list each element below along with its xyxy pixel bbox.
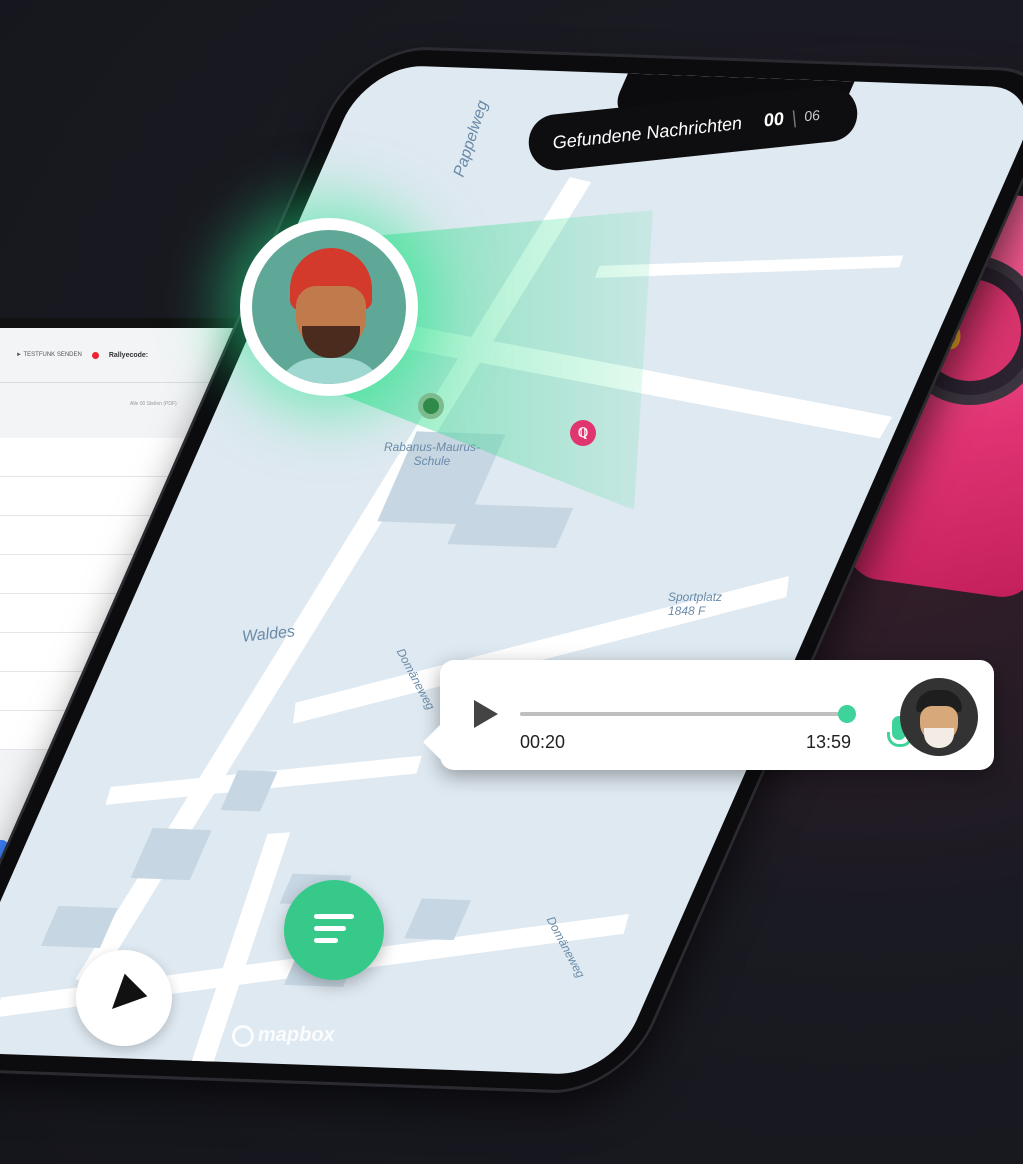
audio-duration: 13:59 — [806, 732, 852, 752]
map-building — [130, 828, 212, 881]
map-building — [404, 898, 472, 941]
player-avatar[interactable] — [240, 218, 418, 396]
navigation-button[interactable] — [76, 950, 172, 1046]
audio-progress-fill — [520, 712, 847, 716]
navigation-arrow-icon — [100, 973, 148, 1021]
found-messages-label: Gefundene Nachrichten — [551, 112, 743, 153]
avatar-shirt — [276, 358, 384, 384]
audio-scrubber-knob[interactable] — [837, 705, 856, 723]
rally-code-label: Rallyecode: — [108, 351, 149, 359]
speaker-beard — [924, 728, 954, 748]
record-dot-icon — [91, 351, 99, 359]
mapbox-logo: mapbox — [232, 1024, 335, 1047]
audio-elapsed: 00:20 — [520, 732, 566, 752]
menu-icon — [314, 926, 346, 931]
found-count: 00 — [762, 108, 785, 131]
speaker-avatar — [900, 678, 978, 756]
counter-separator: | — [790, 106, 798, 128]
map-building — [447, 504, 574, 548]
menu-button[interactable] — [284, 880, 384, 980]
audio-progress-bar[interactable] — [520, 705, 856, 723]
found-total: 06 — [803, 106, 821, 125]
avatar-beard — [302, 326, 360, 358]
menu-icon — [314, 914, 354, 919]
avatar-face — [252, 230, 406, 384]
mapbox-ring-icon — [232, 1024, 254, 1047]
menu-icon — [314, 938, 338, 943]
message-pin[interactable]: ℚ — [570, 420, 596, 446]
sportsfield-label: Sportplatz 1848 F — [668, 590, 723, 618]
mapbox-text: mapbox — [258, 1024, 335, 1046]
location-pin-green[interactable] — [418, 393, 444, 419]
laptop-toolbar-text: ► TESTFUNK SENDEN — [16, 352, 82, 358]
play-icon[interactable] — [474, 700, 498, 728]
audio-message-card: 00:20 13:59 — [423, 660, 994, 770]
